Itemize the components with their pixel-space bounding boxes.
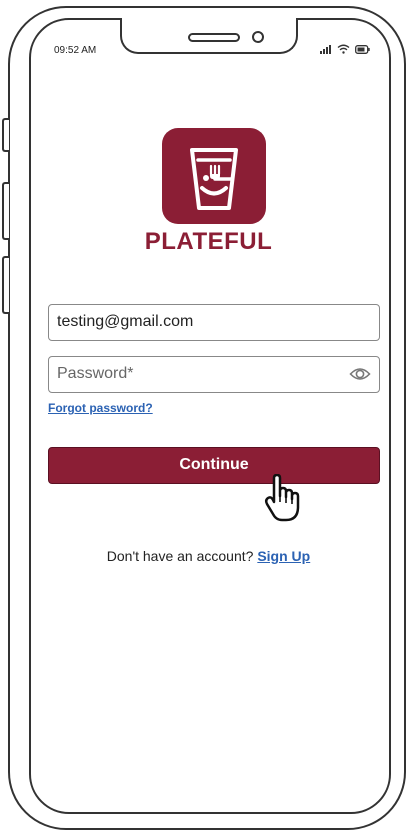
phone-side-button-top: [2, 118, 9, 152]
phone-side-button-bottom: [2, 256, 9, 314]
signup-row: Don't have an account? Sign Up: [0, 548, 417, 564]
status-time: 09:52 AM: [54, 45, 97, 56]
phone-camera: [252, 31, 264, 43]
eye-icon[interactable]: [349, 365, 371, 383]
brand-name: PLATEFUL: [144, 228, 273, 255]
wifi-icon: [337, 44, 350, 54]
status-icons: [320, 44, 370, 54]
password-field-container: [48, 356, 380, 393]
forgot-password-link[interactable]: Forgot password?: [48, 401, 153, 415]
hand-pointer-icon: [264, 474, 300, 522]
email-field[interactable]: [57, 305, 342, 339]
signup-prompt: Don't have an account?: [106, 548, 254, 564]
password-field[interactable]: [57, 357, 342, 391]
phone-speaker: [188, 33, 240, 42]
battery-icon: [355, 44, 370, 54]
email-field-container: [48, 304, 380, 341]
signal-icon: [320, 44, 331, 54]
continue-button[interactable]: Continue: [48, 447, 380, 484]
signup-link[interactable]: Sign Up: [257, 548, 310, 564]
plateful-logo: [162, 128, 266, 224]
plateful-cup-icon: [190, 148, 238, 210]
